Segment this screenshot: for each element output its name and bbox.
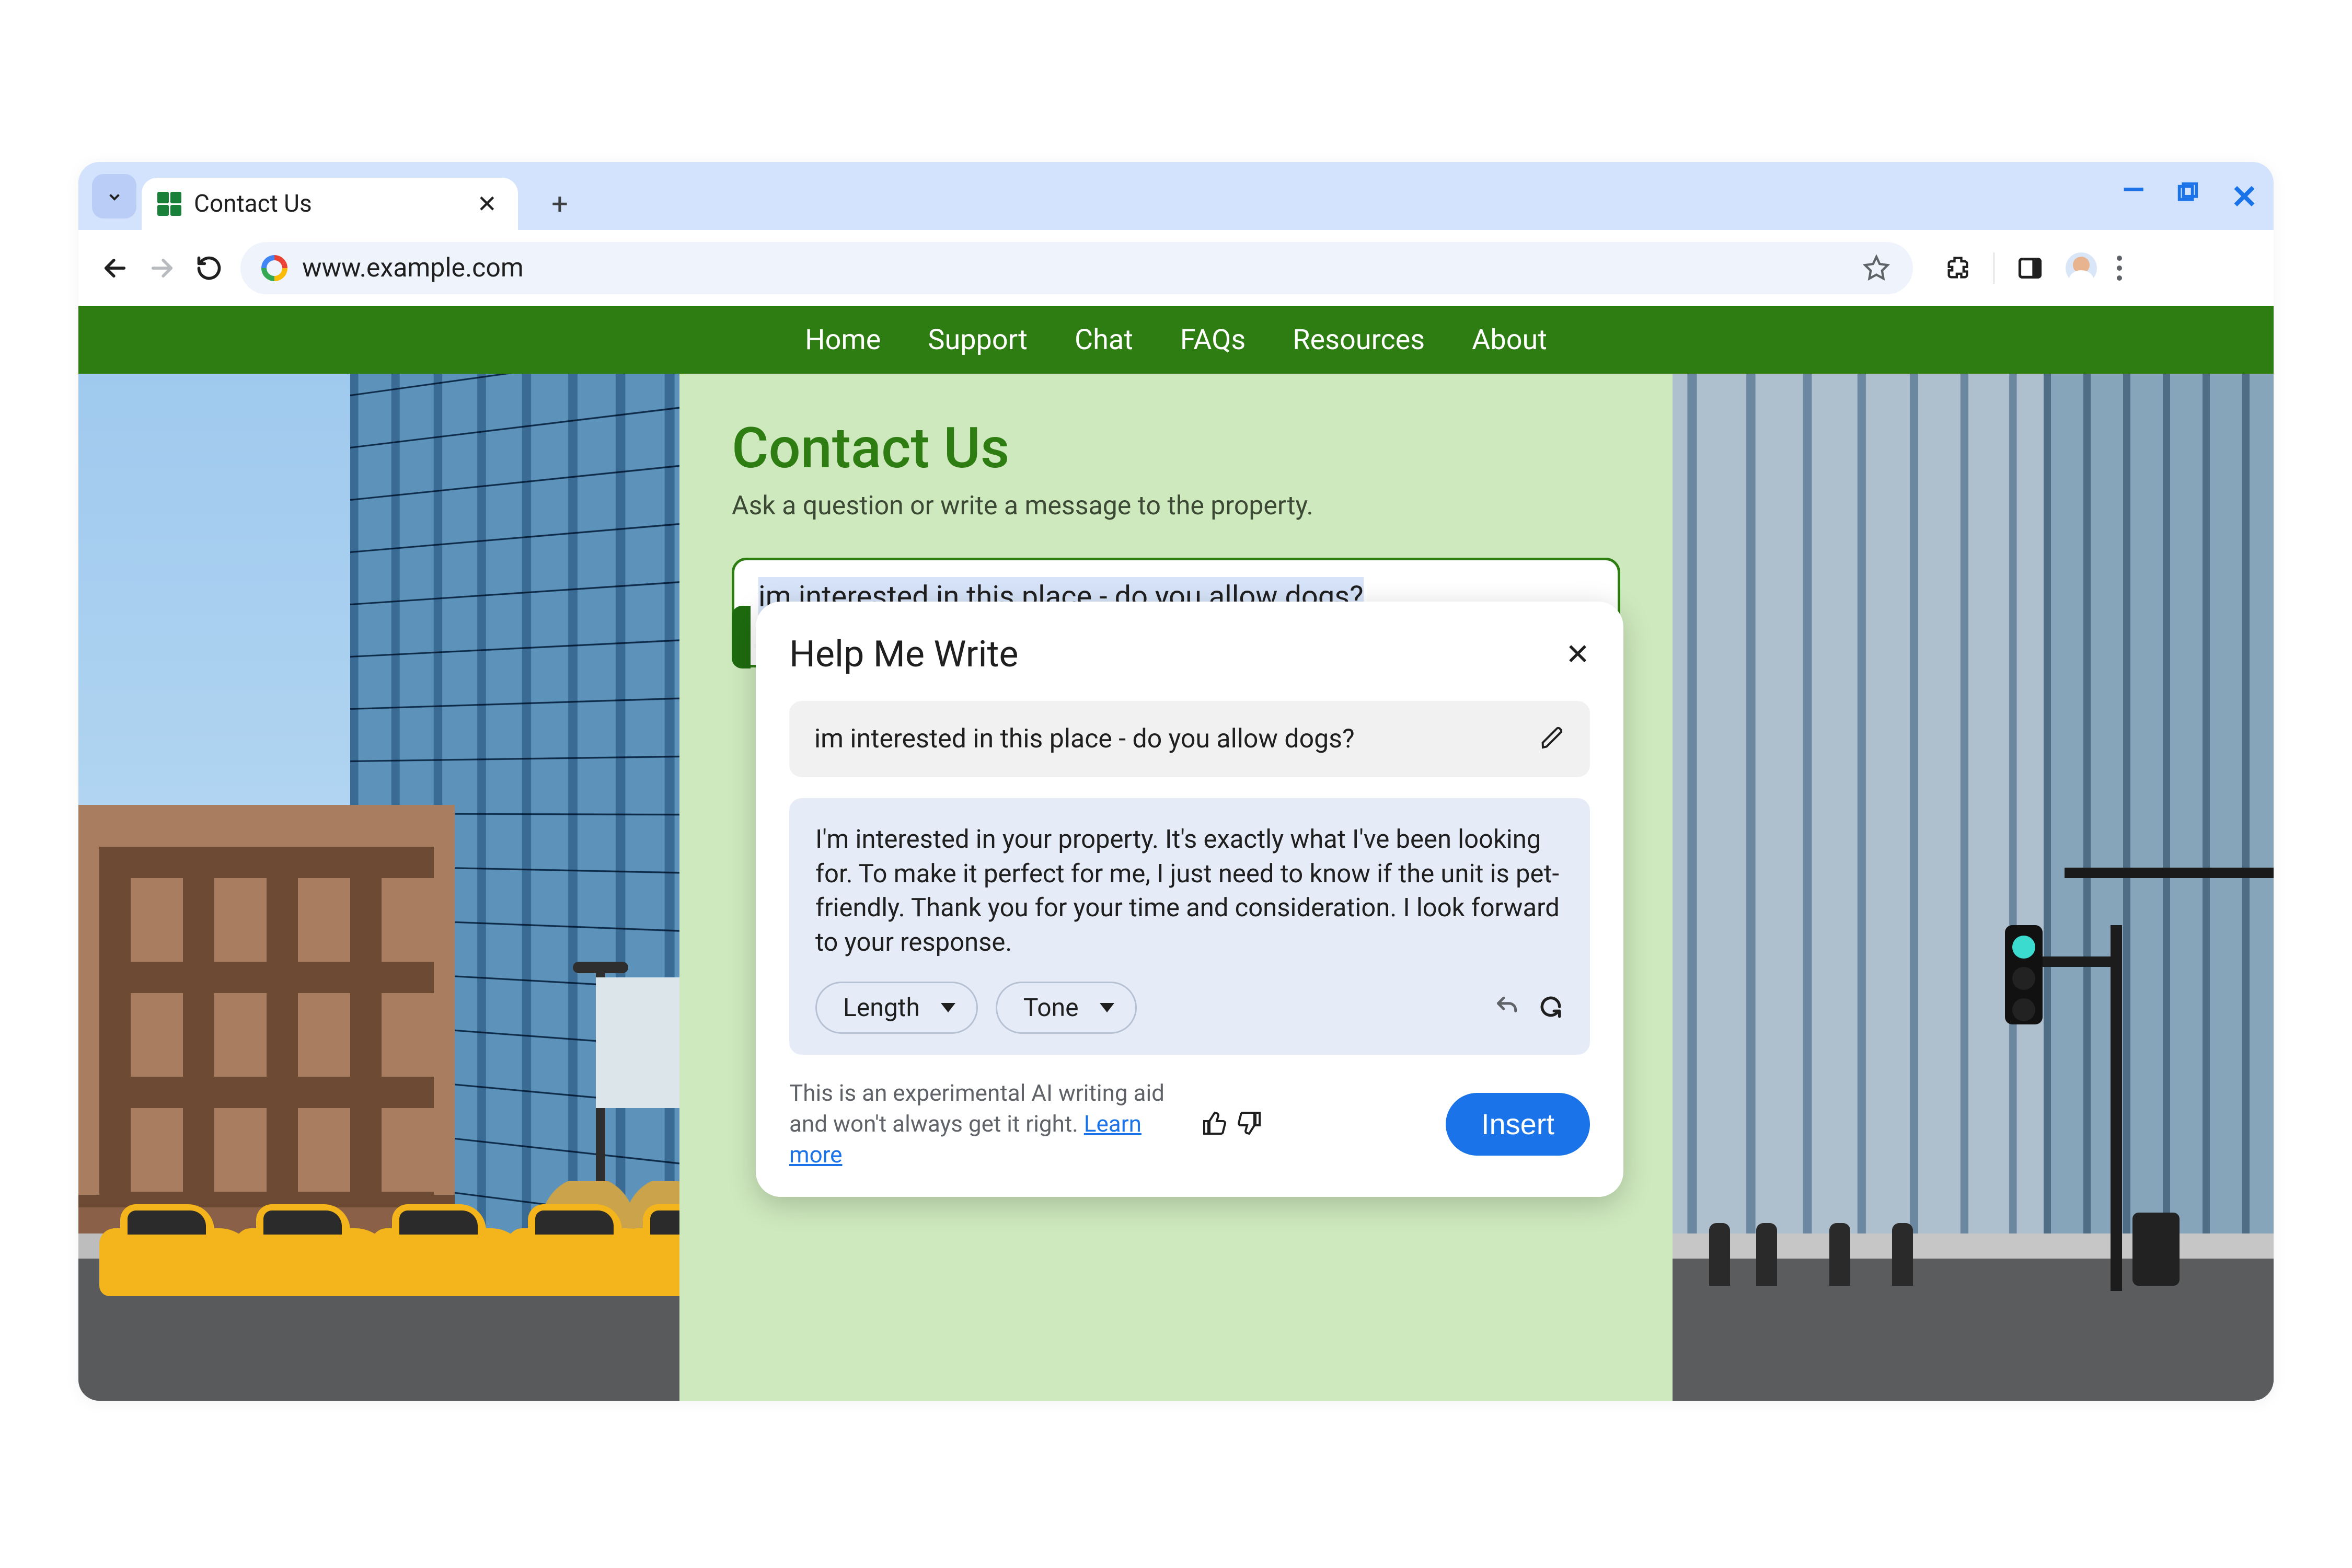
back-button[interactable] xyxy=(99,252,131,284)
toolbar-divider xyxy=(1993,252,1994,284)
hmw-thumbs-down-button[interactable] xyxy=(1237,1111,1262,1138)
hmw-prompt-chip: im interested in this place - do you all… xyxy=(789,701,1590,777)
thumbs-up-icon xyxy=(1202,1111,1227,1136)
nav-about[interactable]: About xyxy=(1472,324,1547,356)
close-window-button[interactable]: ✕ xyxy=(2231,178,2258,216)
contact-panel: Contact Us Ask a question or write a mes… xyxy=(679,374,1673,1401)
address-bar[interactable]: www.example.com xyxy=(240,242,1913,294)
hero-section: Contact Us Ask a question or write a mes… xyxy=(78,374,2274,1401)
hmw-length-label: Length xyxy=(843,993,920,1022)
chrome-menu-button[interactable] xyxy=(2117,256,2122,281)
nav-chat[interactable]: Chat xyxy=(1075,324,1133,356)
new-tab-button[interactable]: + xyxy=(539,183,581,225)
site-nav: Home Support Chat FAQs Resources About xyxy=(78,306,2274,374)
arrow-right-icon xyxy=(148,255,176,282)
refresh-icon xyxy=(1538,994,1564,1020)
extensions-button[interactable] xyxy=(1942,252,1974,284)
hmw-tone-label: Tone xyxy=(1023,993,1079,1022)
hmw-regenerate-button[interactable] xyxy=(1538,994,1564,1022)
minimize-button[interactable]: — xyxy=(2123,174,2144,206)
page-content: Home Support Chat FAQs Resources About C… xyxy=(78,306,2274,1401)
browser-window: Contact Us ✕ + — ✕ www.example.com xyxy=(78,162,2274,1401)
maximize-icon xyxy=(2175,182,2199,206)
nav-resources[interactable]: Resources xyxy=(1293,324,1425,356)
hmw-suggestion-text: I'm interested in your property. It's ex… xyxy=(815,822,1564,960)
forward-button[interactable] xyxy=(146,252,178,284)
browser-toolbar: www.example.com xyxy=(78,230,2274,306)
hmw-insert-button[interactable]: Insert xyxy=(1446,1093,1590,1156)
hmw-undo-button[interactable] xyxy=(1494,994,1520,1022)
pencil-icon xyxy=(1540,725,1565,751)
star-icon xyxy=(1863,255,1890,282)
google-icon xyxy=(261,255,287,281)
hmw-tone-dropdown[interactable]: Tone xyxy=(996,982,1137,1034)
chevron-down-icon xyxy=(104,186,125,207)
page-heading: Contact Us xyxy=(732,416,1620,481)
hero-image-right xyxy=(1673,374,2274,1401)
reload-icon xyxy=(195,255,223,282)
browser-tab[interactable]: Contact Us ✕ xyxy=(142,178,518,230)
hero-image-left xyxy=(78,374,679,1401)
toolbar-actions xyxy=(1942,252,2122,284)
hmw-edit-prompt-button[interactable] xyxy=(1540,725,1565,753)
bookmark-button[interactable] xyxy=(1861,252,1892,284)
profile-avatar[interactable] xyxy=(2066,252,2097,284)
nav-faqs[interactable]: FAQs xyxy=(1180,324,1246,356)
hmw-suggestion-box: I'm interested in your property. It's ex… xyxy=(789,798,1590,1055)
side-panel-icon xyxy=(2016,255,2044,282)
caret-down-icon xyxy=(941,1003,955,1012)
maximize-button[interactable] xyxy=(2175,181,2199,214)
nav-support[interactable]: Support xyxy=(928,324,1028,356)
hmw-thumbs-up-button[interactable] xyxy=(1202,1111,1227,1138)
page-subheading: Ask a question or write a message to the… xyxy=(732,491,1620,521)
nav-home[interactable]: Home xyxy=(805,324,881,356)
arrow-left-icon xyxy=(101,255,129,282)
tab-strip: Contact Us ✕ + — ✕ xyxy=(78,162,2274,230)
side-panel-button[interactable] xyxy=(2014,252,2046,284)
tab-search-button[interactable] xyxy=(92,174,136,218)
tab-title: Contact Us xyxy=(194,190,459,218)
extension-icon xyxy=(1944,255,1971,282)
submit-button-edge[interactable] xyxy=(732,606,751,668)
caret-down-icon xyxy=(1100,1003,1114,1012)
hmw-close-button[interactable]: ✕ xyxy=(1565,637,1590,672)
reload-button[interactable] xyxy=(193,252,225,284)
undo-icon xyxy=(1494,994,1520,1020)
hmw-title: Help Me Write xyxy=(789,633,1019,676)
help-me-write-popup: Help Me Write ✕ im interested in this pl… xyxy=(756,602,1623,1197)
thumbs-down-icon xyxy=(1237,1111,1262,1136)
tab-close-button[interactable]: ✕ xyxy=(471,190,502,218)
site-favicon xyxy=(157,192,181,216)
hmw-disclaimer: This is an experimental AI writing aid a… xyxy=(789,1078,1186,1171)
url-text: www.example.com xyxy=(302,253,524,283)
hmw-length-dropdown[interactable]: Length xyxy=(815,982,978,1034)
window-controls: — ✕ xyxy=(2123,178,2258,216)
hmw-prompt-text: im interested in this place - do you all… xyxy=(814,724,1540,754)
